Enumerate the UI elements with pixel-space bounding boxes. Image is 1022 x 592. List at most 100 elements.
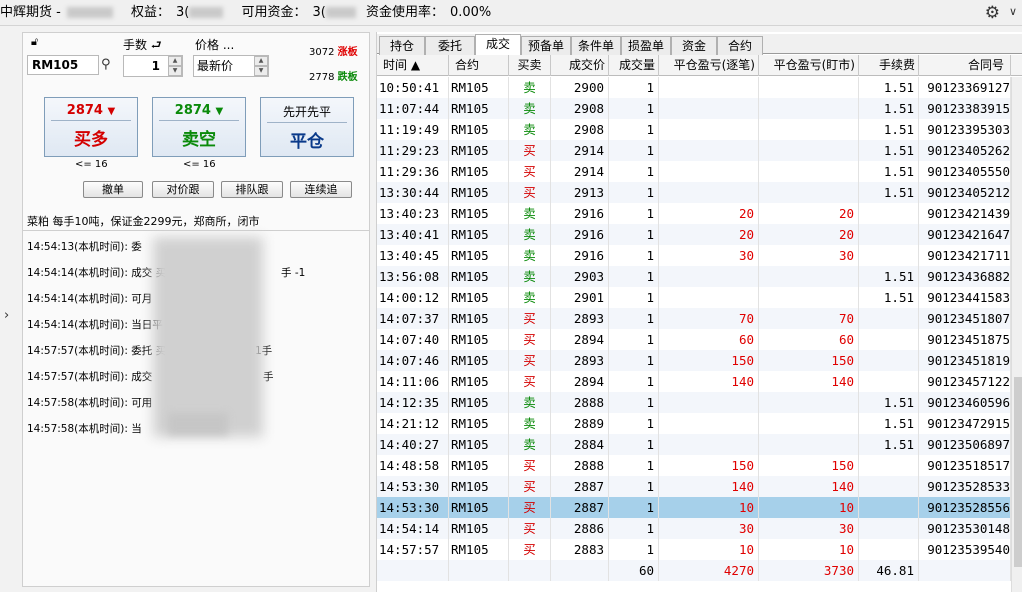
cell-time: 14:53:30 (377, 476, 449, 497)
table-row[interactable]: 14:53:30 RM105 买 2887 1 140 140 90123528533 (377, 476, 1022, 497)
table-row[interactable]: 13:40:41 RM105 卖 2916 1 20 20 90123421647 (377, 224, 1022, 245)
table-row[interactable]: 14:40:27 RM105 卖 2884 1 1.51 90123506897 (377, 434, 1022, 455)
table-row[interactable]: 14:07:37 RM105 买 2893 1 70 70 90123451807 (377, 308, 1022, 329)
cell-fee: 1.51 (859, 266, 919, 287)
chevron-down-icon[interactable]: ∨ (1009, 5, 1017, 18)
queue-price-button[interactable]: 排队跟 (221, 181, 283, 198)
table-row[interactable]: 10:50:41 RM105 卖 2900 1 1.51 90123369127 (377, 77, 1022, 98)
cell-price: 2916 (551, 203, 609, 224)
log-line: 14:54:14(本机时间): 可月 (27, 293, 153, 305)
chase-button[interactable]: 连续追 (290, 181, 352, 198)
column-header-side[interactable]: 买卖 (509, 55, 551, 76)
counter-price-button[interactable]: 对价跟 (152, 181, 214, 198)
cell-side: 卖 (509, 434, 551, 455)
cell-contract-no: 90123451875 (919, 329, 1011, 350)
table-row[interactable]: 13:30:44 RM105 买 2913 1 1.51 90123405212 (377, 182, 1022, 203)
table-row[interactable]: 11:19:49 RM105 卖 2908 1 1.51 90123395303 (377, 119, 1022, 140)
tab-positions[interactable]: 持仓 (379, 36, 425, 55)
cell-price: 2916 (551, 224, 609, 245)
cell-pnl-trade: 20 (659, 203, 759, 224)
cell-price: 2889 (551, 413, 609, 434)
cell-contract-no: 90123539540 (919, 539, 1011, 560)
tab-funds[interactable]: 资金 (671, 36, 717, 55)
table-row[interactable]: 13:56:08 RM105 卖 2903 1 1.51 90123436882 (377, 266, 1022, 287)
qty-up-button[interactable]: ▲ (168, 56, 182, 66)
chevron-right-icon[interactable]: › (4, 308, 9, 323)
cell-pnl-trade: 20 (659, 224, 759, 245)
qty-down-button[interactable]: ▼ (168, 66, 182, 76)
price-up-button[interactable]: ▲ (254, 56, 268, 66)
sell-short-button[interactable]: 2874 ▼ 卖空 (152, 97, 246, 157)
cell-fee: 1.51 (859, 287, 919, 308)
table-row[interactable]: 14:12:35 RM105 卖 2888 1 1.51 90123460596 (377, 392, 1022, 413)
lock-icon[interactable]: 🔓︎ (31, 35, 38, 49)
table-row[interactable]: 14:54:14 RM105 买 2886 1 30 30 90123530148 (377, 518, 1022, 539)
down-arrow-icon: ▼ (215, 106, 224, 117)
log-line: 14:54:14(本机时间): 当日平 (27, 319, 163, 331)
column-header-fee[interactable]: 手续费 (859, 55, 919, 76)
scrollbar[interactable] (1011, 77, 1022, 592)
cell-contract-no: 90123383915 (919, 98, 1011, 119)
cell-pnl-mtm: 10 (759, 539, 859, 560)
close-position-button[interactable]: 先开先平 平仓 (260, 97, 354, 157)
cancel-order-button[interactable]: 撤单 (83, 181, 143, 198)
qty-toggle-icon[interactable]: ⮐ (151, 38, 162, 52)
table-row[interactable]: 11:29:23 RM105 买 2914 1 1.51 90123405262 (377, 140, 1022, 161)
column-header-pnl-trade[interactable]: 平仓盈亏(逐笔) (659, 55, 759, 76)
cell-volume: 1 (609, 140, 659, 161)
cell-contract-no: 90123441583 (919, 287, 1011, 308)
cell-pnl-mtm: 70 (759, 308, 859, 329)
price-down-button[interactable]: ▼ (254, 66, 268, 76)
search-icon[interactable]: ⚲ (101, 57, 111, 72)
table-row[interactable]: 13:40:45 RM105 卖 2916 1 30 30 90123421711 (377, 245, 1022, 266)
column-header-price[interactable]: 成交价 (551, 55, 609, 76)
tab-trades[interactable]: 成交 (475, 34, 521, 55)
cell-fee (859, 518, 919, 539)
column-header-pnl-mtm[interactable]: 平仓盈亏(盯市) (759, 55, 859, 76)
cell-contract-no: 90123421439 (919, 203, 1011, 224)
cell-contract-no: 90123451819 (919, 350, 1011, 371)
table-row[interactable]: 14:00:12 RM105 卖 2901 1 1.51 90123441583 (377, 287, 1022, 308)
tab-conditional-orders[interactable]: 条件单 (571, 36, 621, 55)
column-header-volume[interactable]: 成交量 (609, 55, 659, 76)
cell-contract-no: 90123451807 (919, 308, 1011, 329)
tab-stop-orders[interactable]: 损盈单 (621, 36, 671, 55)
table-row[interactable]: 14:07:40 RM105 买 2894 1 60 60 90123451875 (377, 329, 1022, 350)
cell-fee (859, 224, 919, 245)
cell-side: 卖 (509, 224, 551, 245)
close-position-label: 平仓 (290, 132, 324, 152)
table-row[interactable]: 11:07:44 RM105 卖 2908 1 1.51 90123383915 (377, 98, 1022, 119)
cell-price: 2913 (551, 182, 609, 203)
table-row[interactable]: 14:21:12 RM105 卖 2889 1 1.51 90123472915 (377, 413, 1022, 434)
tab-contracts[interactable]: 合约 (717, 36, 763, 55)
totals-row[interactable]: 60 4270 3730 46.81 (377, 560, 1022, 581)
tab-prepared-orders[interactable]: 预备单 (521, 36, 571, 55)
column-header-contract[interactable]: 合约 (449, 55, 509, 76)
cell-time (377, 560, 449, 581)
table-row[interactable]: 14:48:58 RM105 买 2888 1 150 150 90123518517 (377, 455, 1022, 476)
cell-pnl-trade: 10 (659, 497, 759, 518)
table-row[interactable]: 11:29:36 RM105 买 2914 1 1.51 90123405550 (377, 161, 1022, 182)
cell-pnl-mtm: 150 (759, 350, 859, 371)
table-row[interactable]: 14:53:30 RM105 买 2887 1 10 10 90123528556 (377, 497, 1022, 518)
table-row[interactable]: 14:07:46 RM105 买 2893 1 150 150 90123451819 (377, 350, 1022, 371)
cell-price: 2901 (551, 287, 609, 308)
limit-down: 2778 跌板 (309, 72, 358, 83)
cell-price: 2884 (551, 434, 609, 455)
cell-time: 14:40:27 (377, 434, 449, 455)
scrollbar-thumb[interactable] (1014, 377, 1022, 567)
buy-long-button[interactable]: 2874 ▼ 买多 (44, 97, 138, 157)
contract-code-input[interactable]: RM105 (27, 55, 99, 75)
gear-icon[interactable]: ⚙ (985, 3, 1000, 23)
table-row[interactable]: 14:57:57 RM105 买 2883 1 10 10 90123539540 (377, 539, 1022, 560)
cell-time: 14:57:57 (377, 539, 449, 560)
cell-time: 14:21:12 (377, 413, 449, 434)
tab-orders[interactable]: 委托 (425, 36, 475, 55)
column-header-time[interactable]: 时间 ▲ (377, 55, 449, 76)
table-row[interactable]: 13:40:23 RM105 卖 2916 1 20 20 90123421439 (377, 203, 1022, 224)
column-header-contract-no[interactable]: 合同号 (919, 55, 1011, 76)
table-row[interactable]: 14:11:06 RM105 买 2894 1 140 140 90123457122 (377, 371, 1022, 392)
cell-price: 2883 (551, 539, 609, 560)
cell-pnl-trade: 10 (659, 539, 759, 560)
price-label[interactable]: 价格 ... (195, 36, 234, 53)
